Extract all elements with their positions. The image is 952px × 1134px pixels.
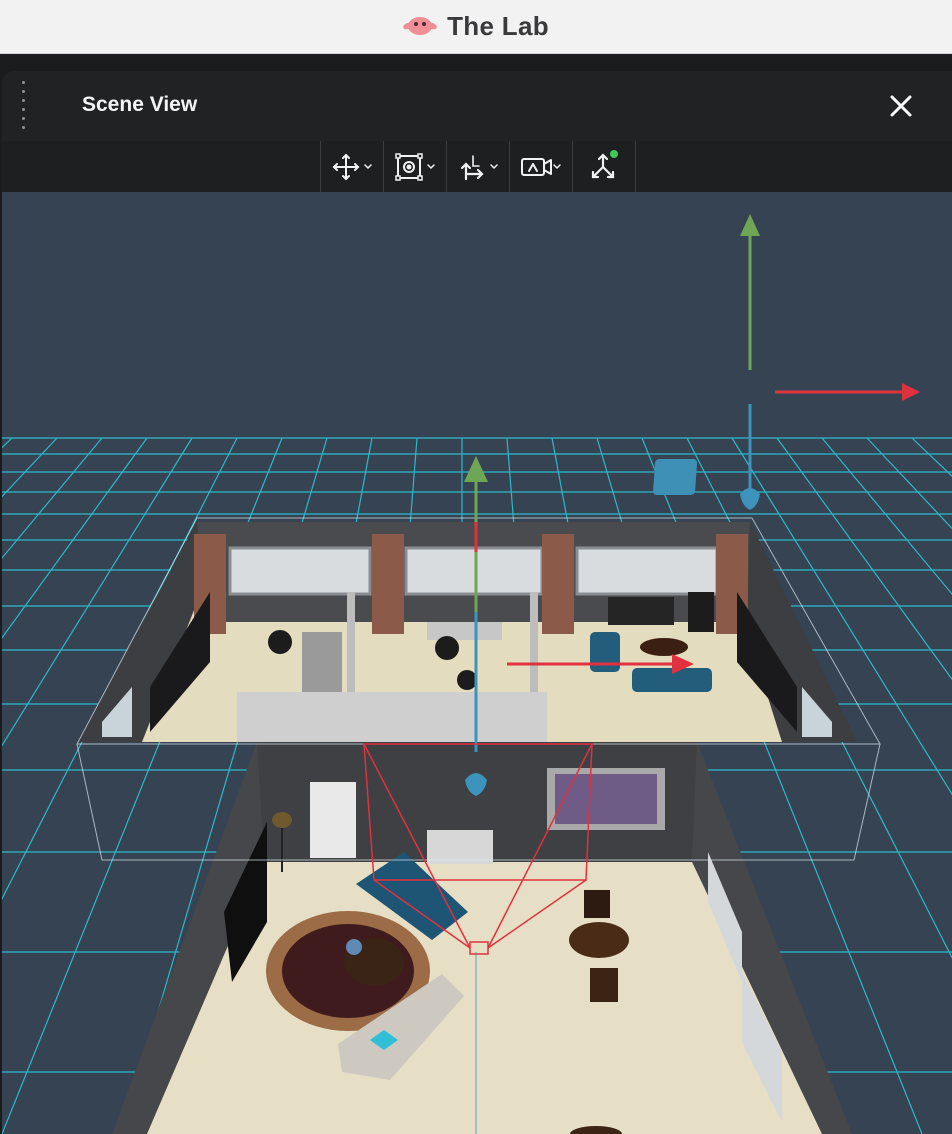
snap-axis-icon <box>460 154 498 180</box>
living-room[interactable] <box>112 742 852 1134</box>
app-title: The Lab <box>447 11 549 41</box>
move-arrows-icon <box>332 153 372 180</box>
panel-title: Scene View <box>82 93 198 116</box>
office-room[interactable] <box>77 522 857 742</box>
scene-viewport[interactable] <box>2 192 952 1134</box>
app-titlebar: The Lab <box>0 0 952 54</box>
gizmo-axes-icon <box>591 149 618 178</box>
scene-view-panel: Scene View <box>2 71 952 1134</box>
close-icon <box>890 95 912 117</box>
close-button[interactable] <box>886 91 916 121</box>
scene-toolbar <box>2 141 952 192</box>
active-status-indicator <box>610 149 618 158</box>
snap-axis-button[interactable] <box>446 141 509 192</box>
pink-creature-icon <box>403 11 437 42</box>
frame-select-icon <box>395 152 435 181</box>
tool-group <box>320 141 636 192</box>
frame-select-button[interactable] <box>383 141 446 192</box>
vertical-dots-icon[interactable] <box>18 81 28 129</box>
scene-canvas[interactable] <box>2 192 952 1134</box>
camera-icon <box>521 157 561 176</box>
panel-header: Scene View <box>2 71 952 141</box>
move-tool-button[interactable] <box>320 141 383 192</box>
camera-button[interactable] <box>509 141 572 192</box>
gizmo-button[interactable] <box>572 141 636 192</box>
